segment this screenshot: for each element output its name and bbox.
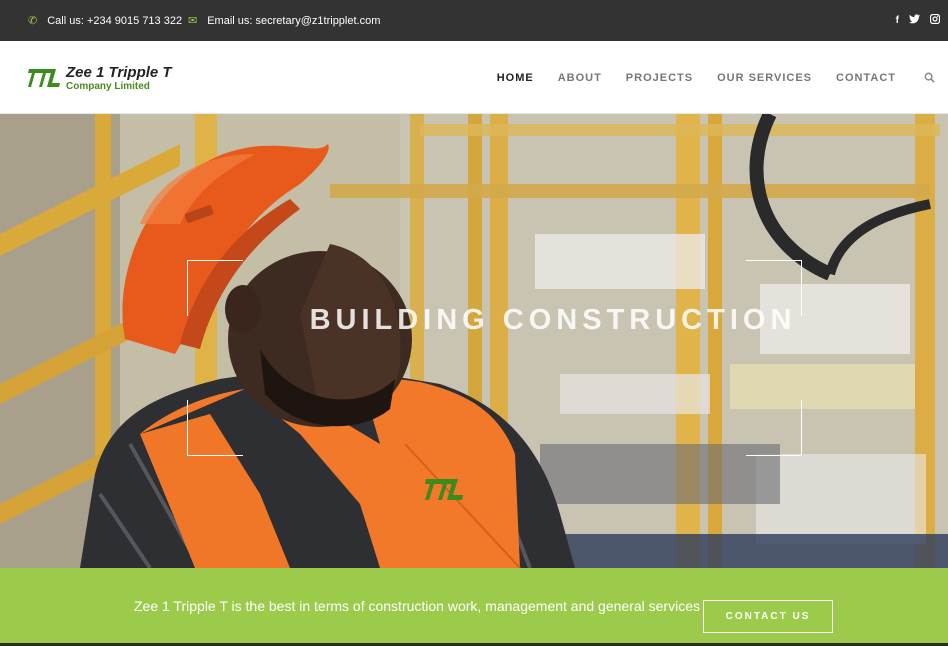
- email-contact[interactable]: ✉ Email us: secretary@z1tripplet.com: [188, 0, 380, 41]
- search-icon[interactable]: [920, 69, 938, 87]
- cta-band: Zee 1 Tripple T is the best in terms of …: [0, 568, 948, 643]
- logo-name: Zee 1 Tripple T: [66, 63, 172, 81]
- hero-background-image: [0, 114, 948, 568]
- cta-text: Zee 1 Tripple T is the best in terms of …: [134, 597, 700, 614]
- site-header: Zee 1 Tripple T Company Limited HOME ABO…: [0, 41, 948, 114]
- email-text: Email us: secretary@z1tripplet.com: [207, 14, 381, 27]
- phone-icon: ✆: [28, 15, 38, 27]
- company-logo[interactable]: Zee 1 Tripple T Company Limited: [28, 61, 172, 95]
- logo-mark-icon: [28, 69, 60, 87]
- nav-projects[interactable]: PROJECTS: [626, 72, 693, 84]
- phone-contact[interactable]: ✆ Call us: +234 9015 713 322: [28, 0, 182, 41]
- contact-us-button[interactable]: CONTACT US: [703, 600, 833, 633]
- nav-our-services[interactable]: OUR SERVICES: [717, 72, 812, 84]
- nav-home[interactable]: HOME: [497, 72, 534, 84]
- envelope-icon: ✉: [188, 15, 198, 27]
- frame-corner-bottom-right: [746, 400, 802, 456]
- top-contact-bar: ✆ Call us: +234 9015 713 322 ✉ Email us:…: [0, 0, 948, 41]
- facebook-icon[interactable]: f: [896, 15, 899, 26]
- twitter-icon[interactable]: [909, 14, 920, 27]
- frame-corner-bottom-left: [187, 400, 243, 456]
- social-links: f: [896, 0, 941, 41]
- instagram-icon[interactable]: [929, 13, 941, 27]
- nav-about[interactable]: ABOUT: [558, 72, 602, 84]
- hero-title: BUILDING CONSTRUCTION: [309, 304, 797, 336]
- main-nav: HOME ABOUT PROJECTS OUR SERVICES CONTACT: [497, 41, 948, 114]
- logo-subtitle: Company Limited: [66, 80, 150, 92]
- hero-slider: BUILDING CONSTRUCTION: [0, 114, 948, 568]
- phone-text: Call us: +234 9015 713 322: [47, 14, 183, 27]
- nav-contact[interactable]: CONTACT: [836, 72, 896, 84]
